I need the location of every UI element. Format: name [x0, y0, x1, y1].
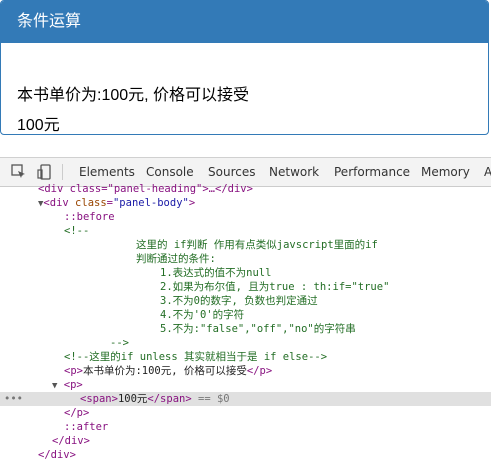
tree-row-div-close-outer[interactable]: </div> [38, 448, 76, 462]
tab-memory[interactable]: Memory [421, 158, 470, 186]
tree-row-comment-5: 3.不为0的数字, 负数也判定通过 [160, 295, 318, 307]
tree-row-comment-2: 判断通过的条件: [136, 253, 216, 265]
price-value: 100元 [17, 117, 60, 134]
panel: 条件运算 本书单价为:100元, 价格可以接受 100元 [0, 0, 489, 135]
tree-row-comment-if-unless[interactable]: <!--这里的if unless 其实就相当于是 if else--> [64, 350, 327, 364]
tree-row-p2-close[interactable]: </p> [64, 406, 89, 420]
tree-row-div-close[interactable]: </div> [52, 434, 90, 448]
devtools-panel: Elements Console Sources Network Perform… [0, 157, 491, 468]
tree-row-span-selected[interactable]: ••• <span>100元</span> == $0 [0, 392, 491, 406]
more-actions-icon[interactable]: ••• [4, 392, 23, 406]
device-toolbar-icon[interactable] [36, 163, 54, 181]
tab-more[interactable]: A [484, 158, 491, 186]
panel-heading: 条件运算 [1, 1, 488, 43]
tree-row-comment-open[interactable]: <!-- [64, 224, 89, 238]
tree-row-p1[interactable]: <p>本书单价为:100元, 价格可以接受</p> [64, 364, 272, 378]
tree-row-after[interactable]: ::after [64, 420, 108, 434]
price-text: 本书单价为:100元, 价格可以接受 [17, 87, 250, 104]
tree-row-comment-close: --> [110, 337, 129, 349]
tree-row-before[interactable]: ::before [64, 210, 115, 224]
toolbar-divider [62, 164, 63, 180]
tab-network[interactable]: Network [269, 158, 319, 186]
expand-triangle-icon[interactable]: ▼ [52, 381, 57, 391]
tree-row-comment-7: 5.不为:"false","off","no"的字符串 [160, 323, 356, 335]
tree-row-comment-4: 2.如果为布尔值, 且为true : th:if="true" [160, 281, 390, 293]
tree-row-comment-3: 1.表达式的值不为null [160, 267, 272, 279]
tree-row-panel-heading[interactable]: <div class="panel-heading">…</div> [38, 182, 253, 196]
tree-row-comment-6: 4.不为'0'的字符 [160, 309, 245, 321]
tree-row-panel-body[interactable]: ▼<div class="panel-body"> [38, 196, 195, 210]
tab-performance[interactable]: Performance [334, 158, 410, 186]
tree-row-p2[interactable]: ▼ <p> [52, 378, 83, 392]
inspect-element-icon[interactable] [10, 163, 28, 181]
tree-row-comment-1: 这里的 if判断 作用有点类似javscript里面的if [136, 239, 378, 251]
